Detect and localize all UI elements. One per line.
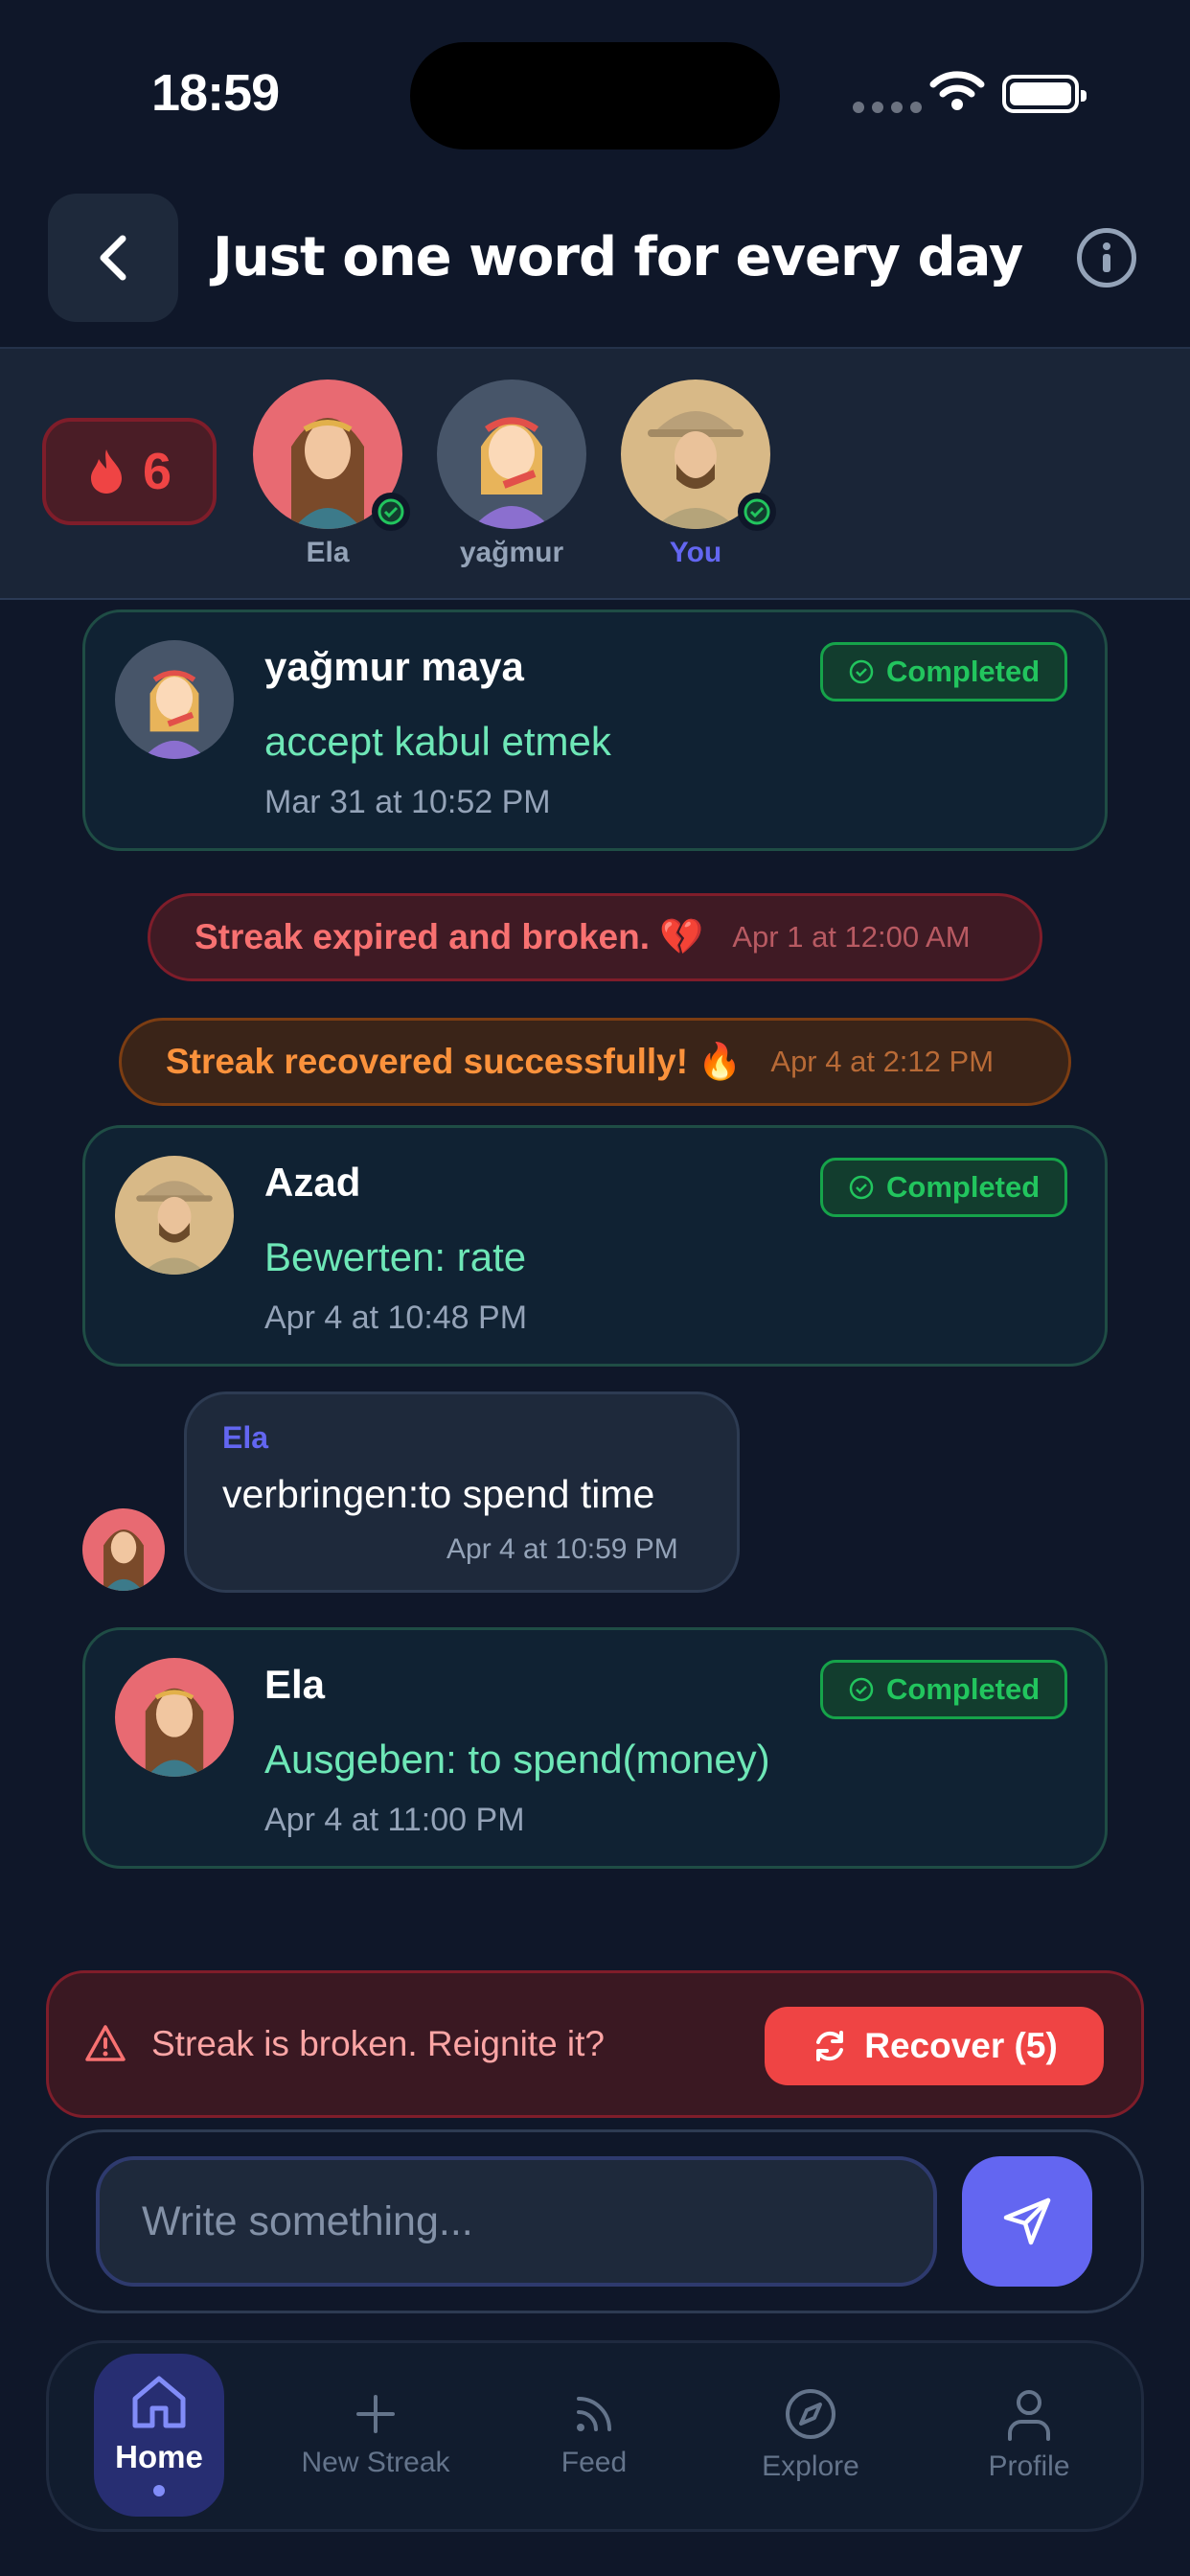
member-check-dot bbox=[738, 493, 776, 531]
card-timestamp: Apr 4 at 10:48 PM bbox=[264, 1300, 528, 1336]
plus-icon bbox=[356, 2395, 395, 2433]
check-circle-icon bbox=[849, 1175, 874, 1200]
recover-button[interactable]: Recover (5) bbox=[765, 2007, 1104, 2085]
info-button[interactable] bbox=[1077, 228, 1136, 288]
tab-label: Explore bbox=[762, 2450, 859, 2482]
wifi-icon bbox=[929, 71, 985, 110]
signal-dots-icon bbox=[853, 102, 922, 113]
check-circle-icon bbox=[378, 498, 404, 525]
member-name: Ela bbox=[306, 537, 350, 568]
member-you[interactable]: You bbox=[619, 380, 772, 569]
tab-label: New Streak bbox=[301, 2447, 450, 2478]
warning-icon bbox=[85, 2025, 126, 2061]
avatar bbox=[115, 1658, 234, 1777]
system-message-time: Apr 1 at 12:00 AM bbox=[732, 920, 971, 954]
member-ela[interactable]: Ela bbox=[251, 380, 404, 569]
back-button[interactable] bbox=[48, 194, 178, 322]
status-time: 18:59 bbox=[151, 64, 280, 122]
check-circle-icon bbox=[849, 659, 874, 684]
rss-icon bbox=[577, 2397, 611, 2431]
card-timestamp: Mar 31 at 10:52 PM bbox=[264, 784, 551, 820]
card-word: Bewerten: rate bbox=[264, 1234, 527, 1279]
tab-feed[interactable]: Feed bbox=[508, 2354, 680, 2517]
avatar bbox=[82, 1508, 165, 1591]
card-author: Ela bbox=[264, 1662, 326, 1707]
tab-profile[interactable]: Profile bbox=[943, 2354, 1115, 2517]
check-circle-icon bbox=[744, 498, 770, 525]
streak-count: 6 bbox=[142, 443, 172, 500]
flame-icon bbox=[90, 449, 122, 494]
card-timestamp: Apr 4 at 11:00 PM bbox=[264, 1802, 525, 1838]
status-badge: Completed bbox=[820, 1660, 1068, 1719]
system-message-recovered: Streak recovered successfully! 🔥 Apr 4 a… bbox=[119, 1018, 1071, 1106]
status-badge-label: Completed bbox=[886, 1672, 1041, 1706]
member-name: You bbox=[669, 537, 722, 568]
compass-icon bbox=[786, 2389, 835, 2439]
status-badge-label: Completed bbox=[886, 655, 1041, 688]
system-message-time: Apr 4 at 2:12 PM bbox=[770, 1045, 995, 1078]
tab-explore[interactable]: Explore bbox=[724, 2354, 897, 2517]
message-input[interactable] bbox=[96, 2156, 937, 2287]
card-author: yağmur maya bbox=[264, 644, 524, 689]
bubble-text: verbringen:to spend time bbox=[222, 1472, 655, 1516]
avatar bbox=[115, 1156, 234, 1275]
info-icon bbox=[1103, 242, 1110, 272]
streak-badge[interactable]: 6 bbox=[42, 418, 217, 525]
avatar bbox=[437, 380, 586, 529]
dynamic-island bbox=[410, 42, 780, 150]
card-word: accept kabul etmek bbox=[264, 719, 611, 764]
tab-new-streak[interactable]: New Streak bbox=[289, 2354, 462, 2517]
chevron-left-icon bbox=[100, 235, 126, 281]
recover-message: Streak is broken. Reignite it? bbox=[151, 2024, 606, 2063]
refresh-icon bbox=[816, 2031, 844, 2061]
user-icon bbox=[1008, 2390, 1050, 2441]
bubble-sender: Ela bbox=[222, 1420, 269, 1455]
member-check-dot bbox=[372, 493, 410, 531]
recover-button-label: Recover (5) bbox=[864, 2026, 1058, 2065]
system-message-text: Streak expired and broken. 💔 bbox=[195, 916, 704, 956]
member-name: yağmur bbox=[459, 537, 564, 568]
member-yagmur[interactable]: yağmur bbox=[435, 380, 588, 569]
tab-label: Home bbox=[115, 2439, 203, 2474]
page-title: Just one word for every day bbox=[213, 226, 1023, 288]
system-message-text: Streak recovered successfully! 🔥 bbox=[166, 1041, 743, 1081]
tab-label: Profile bbox=[988, 2450, 1070, 2482]
send-icon bbox=[1003, 2197, 1051, 2245]
status-badge: Completed bbox=[820, 1158, 1068, 1217]
card-author: Azad bbox=[264, 1160, 361, 1205]
bubble-time: Apr 4 at 10:59 PM bbox=[446, 1533, 678, 1565]
system-message-broken: Streak expired and broken. 💔 Apr 1 at 12… bbox=[148, 893, 1042, 981]
active-indicator bbox=[153, 2485, 165, 2496]
check-circle-icon bbox=[849, 1677, 874, 1702]
card-word: Ausgeben: to spend(money) bbox=[264, 1736, 770, 1782]
battery-icon bbox=[1002, 75, 1087, 113]
tab-label: Feed bbox=[561, 2447, 628, 2478]
status-badge: Completed bbox=[820, 642, 1068, 702]
home-icon bbox=[132, 2376, 186, 2428]
tab-home[interactable]: Home bbox=[94, 2354, 224, 2517]
send-button[interactable] bbox=[962, 2156, 1092, 2287]
status-badge-label: Completed bbox=[886, 1170, 1041, 1204]
avatar bbox=[115, 640, 234, 759]
